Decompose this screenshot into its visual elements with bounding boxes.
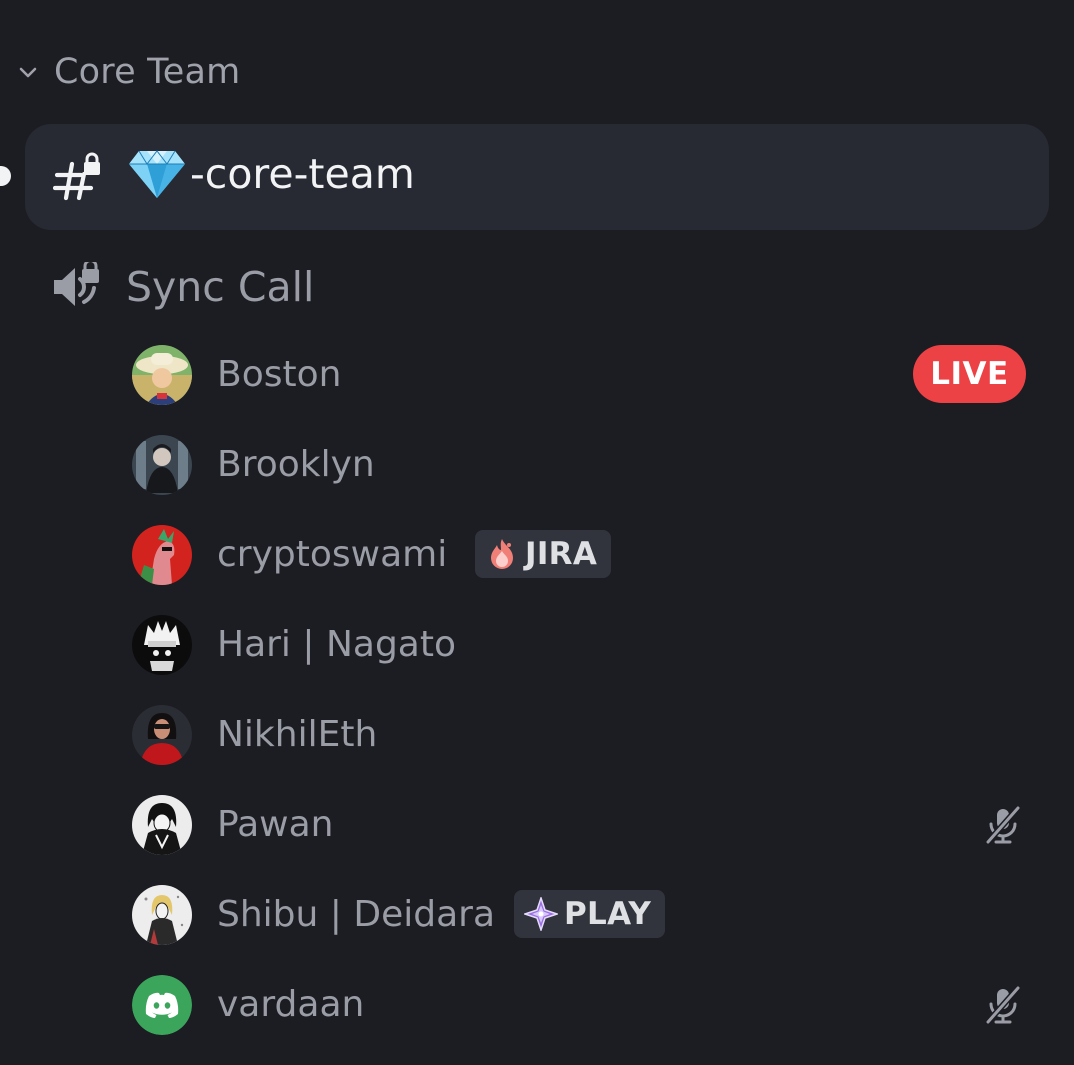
channel-list: Core Team -core-team Sync Call Boston LI… [0,0,1074,1065]
voice-user-name: Brooklyn [217,444,375,485]
avatar [132,975,192,1035]
activity-badge-play: PLAY [514,890,666,938]
live-badge: LIVE [913,345,1026,403]
avatar [132,525,192,585]
avatar [132,885,192,945]
channel-name: -core-team [190,150,415,198]
locked-hash-icon [52,152,103,202]
channel-sync-call[interactable]: Sync Call [25,246,1049,328]
voice-user-name: Hari | Nagato [217,624,456,665]
channel-core-team[interactable]: -core-team [25,124,1049,230]
voice-channel-name: Sync Call [126,263,315,311]
voice-user-name: Pawan [217,804,334,845]
voice-user-name: vardaan [217,984,365,1025]
locked-speaker-icon [51,259,103,312]
avatar [132,705,192,765]
chevron-down-icon [14,58,42,86]
voice-user-name: Shibu | Deidara [217,894,495,935]
avatar [132,435,192,495]
activity-badge-jira: JIRA [475,530,612,578]
voice-user-pawan[interactable]: Pawan [120,787,1050,863]
voice-user-brooklyn[interactable]: Brooklyn [120,427,1050,503]
voice-user-shibu-deidara[interactable]: Shibu | Deidara PLAY [120,877,1050,953]
muted-mic-icon [982,984,1024,1026]
activity-label: JIRA [525,536,598,572]
muted-mic-icon [982,804,1024,846]
sparkle-gem-icon [522,895,560,933]
avatar [132,345,192,405]
avatar [132,615,192,675]
gem-emoji [127,148,187,200]
fire-icon [485,537,519,571]
voice-user-cryptoswami[interactable]: cryptoswami JIRA [120,517,1050,593]
voice-user-hari-nagato[interactable]: Hari | Nagato [120,607,1050,683]
voice-user-boston[interactable]: Boston LIVE [120,337,1050,413]
voice-user-name: Boston [217,354,342,395]
activity-label: PLAY [564,896,652,932]
avatar [132,795,192,855]
category-core-team[interactable]: Core Team [14,46,240,98]
voice-user-name: cryptoswami [217,534,448,575]
unread-indicator [0,166,11,186]
voice-user-nikhileth[interactable]: NikhilEth [120,697,1050,773]
voice-user-name: NikhilEth [217,714,378,755]
category-label: Core Team [54,52,241,92]
voice-user-vardaan[interactable]: vardaan [120,967,1050,1043]
